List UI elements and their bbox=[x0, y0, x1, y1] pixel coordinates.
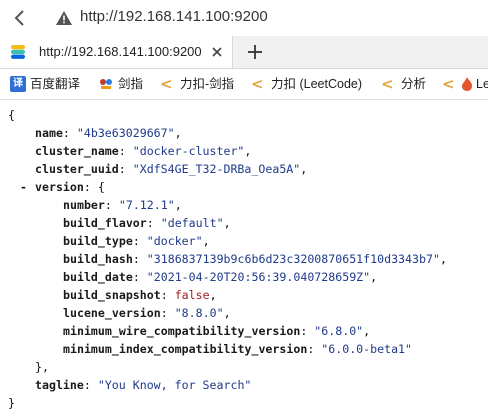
json-key: minimum_index_compatibility_version bbox=[63, 342, 308, 356]
sword-icon bbox=[100, 79, 112, 89]
bookmark-label: Le bbox=[476, 77, 488, 91]
json-key: build_type bbox=[63, 234, 133, 248]
json-key: build_snapshot bbox=[63, 288, 161, 302]
json-open-brace: { bbox=[8, 108, 15, 122]
json-version-close: }, bbox=[35, 360, 49, 374]
json-line-lucene-version: lucene_version: "8.8.0", bbox=[63, 306, 231, 320]
json-value: "7.12.1" bbox=[118, 198, 175, 212]
active-tab[interactable]: http://192.168.141.100:9200 bbox=[0, 36, 233, 68]
json-value: "4b3e63029667" bbox=[76, 126, 175, 140]
json-key: build_flavor bbox=[63, 216, 147, 230]
leetcode-icon: < bbox=[160, 75, 173, 93]
json-key: number bbox=[63, 198, 105, 212]
collapse-toggle[interactable]: - bbox=[20, 178, 27, 196]
leetcode-icon: < bbox=[381, 75, 394, 93]
new-tab-plus-icon[interactable] bbox=[246, 43, 264, 61]
json-line-build-snapshot: build_snapshot: false, bbox=[63, 288, 217, 302]
bookmarks-bar: 译 百度翻译 剑指 < 力扣-剑指 < 力扣 (LeetCode) < 分析 <… bbox=[0, 69, 488, 100]
json-value: false bbox=[174, 288, 210, 302]
leetcode-icon: < bbox=[251, 75, 264, 93]
json-line-cluster-uuid: cluster_uuid: "XdfS4GE_T32-DRBa_Oea5A", bbox=[35, 162, 308, 176]
json-line-build-type: build_type: "docker", bbox=[63, 234, 210, 248]
json-key: cluster_uuid bbox=[35, 162, 119, 176]
json-key: cluster_name bbox=[35, 144, 119, 158]
json-value: "2021-04-20T20:56:39.040728659Z" bbox=[146, 270, 371, 284]
json-value: "You Know, for Search" bbox=[97, 378, 252, 392]
json-value: "8.8.0" bbox=[174, 306, 224, 320]
json-line-minimum-index-compatibility-version: minimum_index_compatibility_version: "6.… bbox=[63, 342, 413, 356]
not-secure-warning-icon[interactable] bbox=[55, 9, 73, 27]
json-line-version: - version: { bbox=[20, 178, 105, 196]
close-tab-icon[interactable] bbox=[210, 45, 224, 59]
json-value: "XdfS4GE_T32-DRBa_Oea5A" bbox=[132, 162, 301, 176]
tab-strip: http://192.168.141.100:9200 bbox=[0, 36, 488, 69]
json-brace: { bbox=[97, 180, 105, 194]
json-line-build-flavor: build_flavor: "default", bbox=[63, 216, 231, 230]
bookmark-label: 力扣-剑指 bbox=[180, 77, 235, 91]
json-key: lucene_version bbox=[63, 306, 161, 320]
json-key: minimum_wire_compatibility_version bbox=[63, 324, 301, 338]
json-value: "docker" bbox=[146, 234, 203, 248]
json-value: "6.0.0-beta1" bbox=[321, 342, 413, 356]
json-key: name bbox=[35, 126, 63, 140]
bookmark-label: 分析 bbox=[401, 77, 427, 91]
json-line-name: name: "4b3e63029667", bbox=[35, 126, 182, 140]
json-value: "default" bbox=[160, 216, 224, 230]
json-close-brace: } bbox=[8, 396, 15, 410]
json-line-number: number: "7.12.1", bbox=[63, 198, 182, 212]
flame-icon bbox=[462, 77, 472, 91]
json-line-minimum-wire-compatibility-version: minimum_wire_compatibility_version: "6.8… bbox=[63, 324, 371, 338]
json-viewer: { name: "4b3e63029667", cluster_name: "d… bbox=[0, 106, 488, 411]
translate-icon: 译 bbox=[10, 76, 26, 92]
json-key: build_hash bbox=[63, 252, 133, 266]
json-value: "docker-cluster" bbox=[132, 144, 245, 158]
tab-title: http://192.168.141.100:9200 bbox=[39, 44, 202, 59]
json-key: version bbox=[35, 180, 84, 194]
bookmark-label: 百度翻译 bbox=[30, 77, 81, 91]
json-key: build_date bbox=[63, 270, 133, 284]
json-line-tagline: tagline: "You Know, for Search" bbox=[35, 378, 252, 392]
leetcode-icon: < bbox=[442, 75, 455, 93]
bookmark-label: 力扣 (LeetCode) bbox=[271, 77, 363, 91]
json-key: tagline bbox=[35, 378, 84, 392]
elastic-favicon-icon bbox=[11, 45, 25, 59]
address-bar: http://192.168.141.100:9200 bbox=[0, 0, 488, 36]
address-url[interactable]: http://192.168.141.100:9200 bbox=[80, 7, 268, 27]
json-value: "6.8.0" bbox=[314, 324, 364, 338]
json-value: "3186837139b9c6b6d23c3200870651f10d3343b… bbox=[146, 252, 440, 266]
json-line-cluster-name: cluster_name: "docker-cluster", bbox=[35, 144, 252, 158]
json-line-build-date: build_date: "2021-04-20T20:56:39.0407286… bbox=[63, 270, 378, 284]
back-arrow-icon[interactable] bbox=[8, 6, 32, 30]
json-line-build-hash: build_hash: "3186837139b9c6b6d23c3200870… bbox=[63, 252, 447, 266]
bookmark-label: 剑指 bbox=[118, 77, 144, 91]
